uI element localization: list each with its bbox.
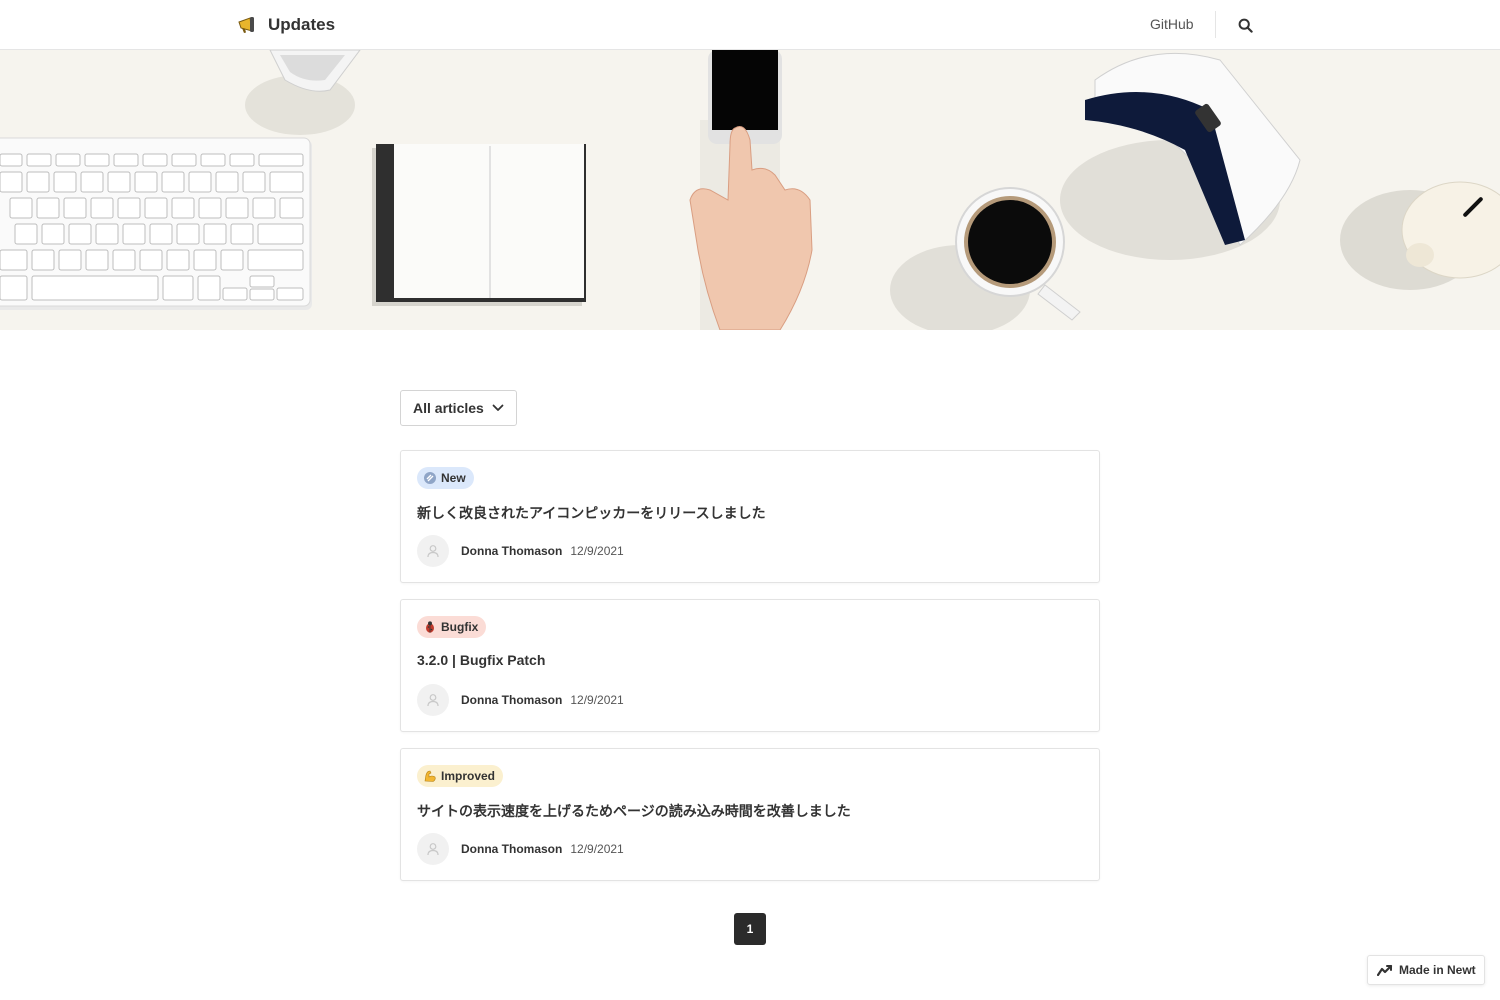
github-link[interactable]: GitHub [1150, 16, 1194, 32]
filter-label: All articles [413, 400, 484, 416]
article-meta: Donna Thomason 12/9/2021 [417, 833, 624, 865]
made-in-newt-badge[interactable]: Made in Newt [1367, 955, 1485, 985]
sparkle-icon [424, 472, 436, 484]
author-name: Donna Thomason [461, 544, 563, 558]
user-icon [427, 843, 439, 856]
avatar [417, 535, 449, 567]
user-icon [427, 694, 439, 707]
tag-improved: Improved [417, 765, 504, 787]
author-name: Donna Thomason [461, 693, 563, 707]
article-meta: Donna Thomason 12/9/2021 [417, 684, 624, 716]
header-divider [1215, 11, 1216, 38]
article-meta: Donna Thomason 12/9/2021 [417, 535, 624, 567]
article-filter-dropdown[interactable]: All articles [400, 390, 517, 426]
article-title[interactable]: 3.2.0 | Bugfix Patch [417, 652, 545, 668]
flexed-biceps-icon [424, 770, 436, 782]
brand-link[interactable]: Updates [237, 14, 335, 36]
author-name: Donna Thomason [461, 842, 563, 856]
publish-date: 12/9/2021 [570, 842, 624, 856]
avatar [417, 833, 449, 865]
badge-label: Made in Newt [1399, 963, 1476, 977]
publish-date: 12/9/2021 [570, 693, 624, 707]
article-card[interactable]: Improved サイトの表示速度を上げるためページの読み込み時間を改善しました… [400, 748, 1100, 881]
chevron-down-icon [492, 404, 504, 411]
search-button[interactable] [1235, 15, 1255, 35]
hero-image [0, 50, 1500, 330]
tag-label: Bugfix [441, 620, 479, 634]
article-title[interactable]: 新しく改良されたアイコンピッカーをリリースしました [417, 503, 766, 523]
tag-label: Improved [441, 769, 496, 783]
search-icon [1238, 18, 1253, 33]
site-header: Updates GitHub [0, 0, 1500, 50]
avatar [417, 684, 449, 716]
article-card[interactable]: Bugfix 3.2.0 | Bugfix Patch Donna Thomas… [400, 599, 1100, 732]
user-icon [427, 545, 439, 558]
pagination-page-1[interactable]: 1 [734, 913, 766, 945]
brand-name: Updates [268, 15, 336, 34]
newt-logo-icon [1377, 964, 1393, 976]
megaphone-icon [238, 17, 254, 33]
desk-illustration [0, 50, 1500, 330]
publish-date: 12/9/2021 [570, 544, 624, 558]
tag-new: New [417, 467, 474, 489]
article-card[interactable]: New 新しく改良されたアイコンピッカーをリリースしました Donna Thom… [400, 450, 1100, 583]
bug-icon [426, 621, 434, 633]
tag-bugfix: Bugfix [417, 616, 487, 638]
tag-label: New [441, 471, 466, 485]
article-title[interactable]: サイトの表示速度を上げるためページの読み込み時間を改善しました [417, 801, 851, 821]
